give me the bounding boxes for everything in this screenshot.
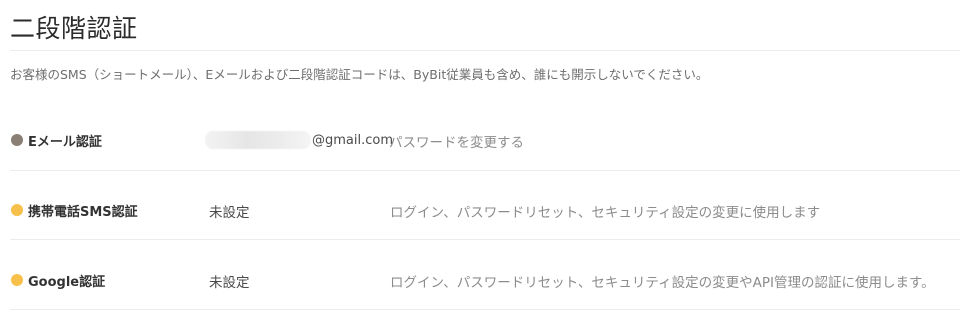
status-dot-unset-icon (11, 274, 23, 286)
security-notice: お客様のSMS（ショートメール）、Eメールおよび二段階認証コードは、ByBit従… (10, 67, 709, 82)
google-auth-label: Google認証 (28, 275, 106, 290)
sms-auth-label: 携帯電話SMS認証 (28, 205, 138, 220)
status-dot-set-icon (11, 134, 23, 146)
google-auth-row: Google認証 未設定 ログイン、パスワードリセット、セキュリティ設定の変更や… (0, 266, 960, 294)
google-auth-description: ログイン、パスワードリセット、セキュリティ設定の変更やAPI管理の認証に使用しま… (390, 275, 935, 291)
row-divider (10, 170, 960, 171)
change-password-link[interactable]: パスワードを変更する (389, 131, 524, 151)
sms-auth-status-link[interactable]: 未設定 (209, 201, 250, 221)
status-dot-unset-icon (11, 204, 23, 216)
sms-auth-row: 携帯電話SMS認証 未設定 ログイン、パスワードリセット、セキュリティ設定の変更… (0, 196, 960, 224)
sms-auth-description: ログイン、パスワードリセット、セキュリティ設定の変更に使用します (390, 205, 821, 221)
email-address: @gmail.com (205, 129, 393, 151)
title-divider (10, 50, 960, 51)
email-domain: @gmail.com (312, 132, 394, 148)
email-auth-row: Eメール認証 @gmail.com パスワードを変更する (0, 126, 960, 154)
email-masked-local-part (205, 131, 311, 149)
google-auth-status-link[interactable]: 未設定 (209, 271, 250, 291)
email-auth-label: Eメール認証 (28, 135, 102, 150)
page-title: 二段階認証 (10, 14, 138, 43)
row-divider (10, 239, 960, 240)
row-divider (10, 309, 960, 310)
